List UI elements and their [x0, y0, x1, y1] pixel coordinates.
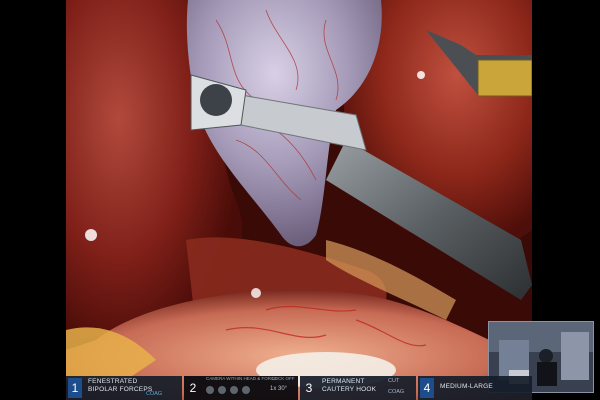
instrument-name-line2: CAUTERY HOOK	[322, 386, 377, 393]
instrument-name: MEDIUM-LARGE	[440, 383, 493, 390]
camera-slot-2[interactable]: 2 CAMERA WITHIN HEAD & FORCE LOCK OFF 1x…	[184, 376, 298, 400]
instrument-name-line2: BIPOLAR FORCEPS	[88, 386, 153, 393]
instrument-status-bar: 1 FENESTRATED BIPOLAR FORCEPS COAG 2 CAM…	[66, 376, 532, 400]
lock-status-text: LOCK OFF	[272, 376, 295, 381]
camera-icon	[206, 386, 214, 394]
light-icon	[230, 386, 238, 394]
zoom-level: 1x 30°	[270, 386, 288, 392]
instrument-name-line1: FENESTRATED	[88, 378, 138, 385]
camera-control-icons	[206, 384, 250, 396]
instrument-slot-4[interactable]: 4 MEDIUM-LARGE	[418, 376, 532, 400]
focus-icon	[218, 386, 226, 394]
zoom-icon	[242, 386, 250, 394]
slot-number: 3	[305, 381, 313, 395]
slot-number: 2	[189, 381, 197, 395]
cut-mode: CUT	[388, 378, 400, 384]
slot-number: 4	[420, 378, 434, 398]
surgical-scene	[66, 0, 532, 400]
camera-mode-text: CAMERA WITHIN HEAD & FORCE	[206, 376, 278, 381]
coag-mode: COAG	[388, 389, 405, 395]
endoscope-video-view	[66, 0, 532, 400]
instrument-name: FENESTRATED BIPOLAR FORCEPS	[88, 378, 152, 394]
instrument-slot-1[interactable]: 1 FENESTRATED BIPOLAR FORCEPS COAG	[66, 376, 182, 400]
instrument-name: PERMANENT CAUTERY HOOK	[322, 378, 376, 394]
instrument-name-line1: PERMANENT	[322, 378, 365, 385]
instrument-slot-3[interactable]: 3 PERMANENT CAUTERY HOOK CUT COAG	[300, 376, 416, 400]
energy-status: COAG	[146, 391, 163, 397]
slot-number: 1	[68, 378, 82, 398]
